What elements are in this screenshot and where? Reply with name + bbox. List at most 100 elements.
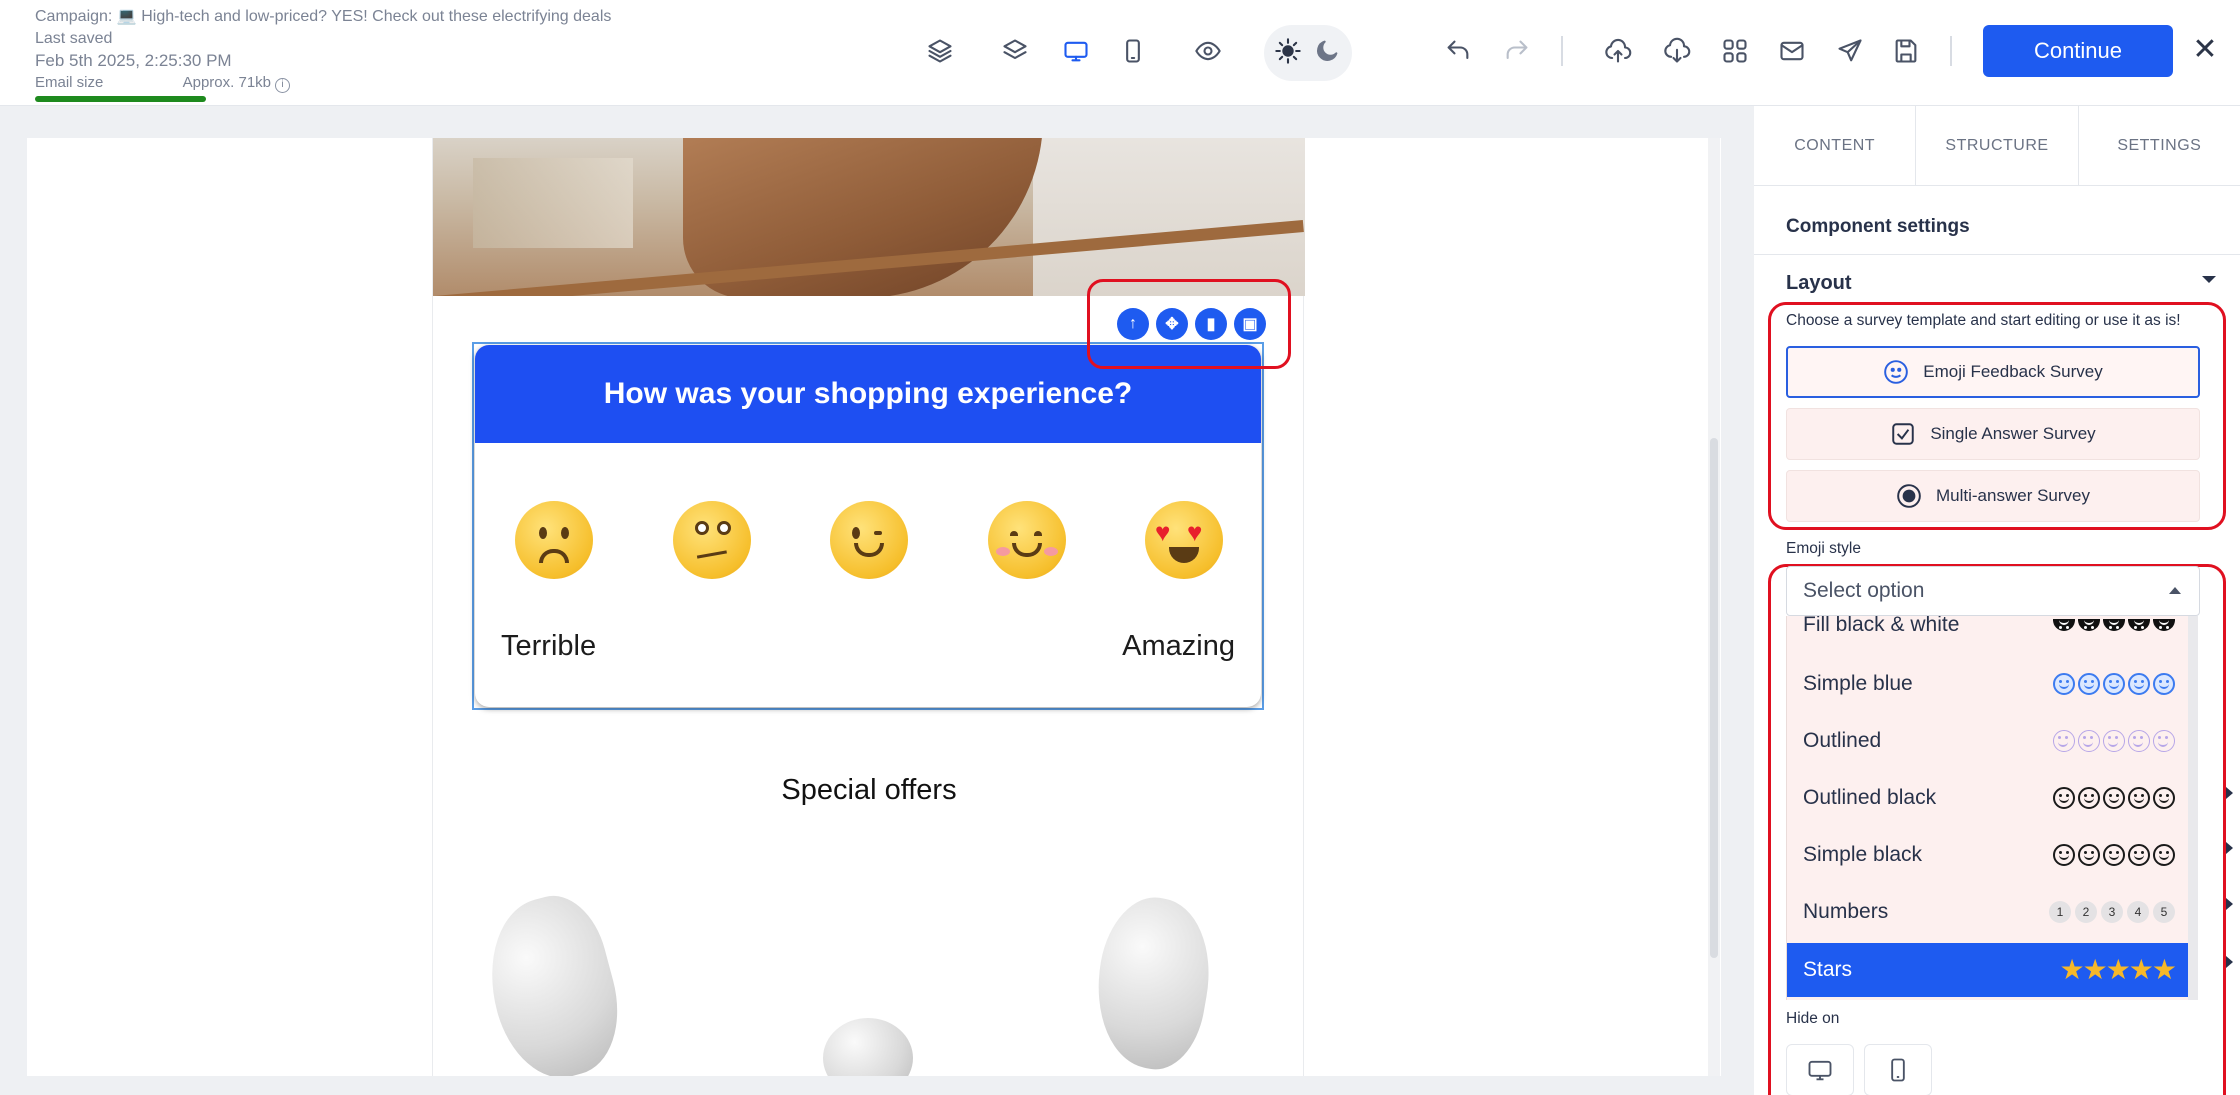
product-image[interactable]	[471, 885, 635, 1076]
dropdown-scrollbar[interactable]	[2188, 616, 2198, 1000]
product-image[interactable]	[1084, 889, 1222, 1076]
tab-structure[interactable]: STRUCTURE	[1916, 106, 2079, 185]
hero-image[interactable]	[433, 138, 1305, 296]
campaign-label: Campaign:	[35, 8, 117, 25]
component-settings-title: Component settings	[1786, 216, 1970, 237]
option-label: Fill black & white	[1803, 616, 1960, 636]
tab-content[interactable]: CONTENT	[1754, 106, 1917, 185]
move-up-icon[interactable]: ↑	[1117, 308, 1149, 340]
hero-shelf	[473, 158, 633, 248]
chevron-right-icon[interactable]	[2226, 956, 2233, 968]
continue-button[interactable]: Continue	[1983, 25, 2173, 77]
block-toolbar: ↑ ✥ ▮ ▣	[1117, 308, 1266, 340]
outlined-faces-preview	[2053, 730, 2175, 752]
multi-answer-survey-button[interactable]: Multi-answer Survey	[1786, 470, 2200, 522]
save-icon[interactable]	[1888, 33, 1924, 69]
scale-high-label[interactable]: Amazing	[1122, 630, 1235, 663]
option-label: Outlined	[1803, 729, 1882, 752]
option-label: Simple black	[1803, 843, 1923, 866]
chevron-right-icon[interactable]	[2226, 842, 2233, 854]
option-label: Numbers	[1803, 900, 1889, 923]
toolbar-divider	[1950, 36, 1952, 66]
mobile-icon[interactable]	[1115, 33, 1151, 69]
smiling-face-icon[interactable]	[987, 501, 1066, 579]
modules-grid-icon[interactable]	[1717, 33, 1753, 69]
option-simple-black[interactable]: Simple black	[1787, 828, 2191, 882]
number-badge: 3	[2101, 901, 2123, 923]
single-answer-survey-button[interactable]: Single Answer Survey	[1786, 408, 2200, 460]
moon-icon[interactable]	[1309, 33, 1345, 69]
template-label: Single Answer Survey	[1930, 424, 2096, 443]
desktop-icon[interactable]	[1058, 33, 1094, 69]
scale-low-label[interactable]: Terrible	[501, 630, 596, 663]
top-bar: Campaign: 💻 High-tech and low-priced? YE…	[0, 0, 2240, 106]
option-label: Stars	[1803, 958, 1853, 981]
redo-icon[interactable]	[1499, 33, 1535, 69]
emoji-style-select[interactable]: Select option	[1786, 566, 2200, 616]
template-label: Multi-answer Survey	[1936, 486, 2090, 505]
email-size-value: Approx. 71kb	[182, 74, 271, 91]
option-stars[interactable]: Stars ★★★★★	[1787, 943, 2191, 997]
layout-title[interactable]: Layout	[1786, 272, 1852, 295]
chevron-up-icon	[2169, 587, 2181, 594]
preview-eye-icon[interactable]	[1190, 33, 1226, 69]
email-size-label: Email size	[35, 74, 104, 91]
download-icon[interactable]	[1659, 33, 1695, 69]
layers-icon[interactable]	[997, 33, 1033, 69]
info-icon[interactable]: i	[275, 78, 290, 93]
tab-settings[interactable]: SETTINGS	[2079, 106, 2240, 185]
special-offers-heading[interactable]: Special offers	[433, 774, 1305, 807]
number-badge: 2	[2075, 901, 2097, 923]
canvas-scrollbar[interactable]	[1708, 138, 1720, 1076]
option-numbers[interactable]: Numbers 1 2 3 4 5	[1787, 885, 2191, 939]
option-simple-blue[interactable]: Simple blue	[1787, 657, 2191, 711]
hero-background	[1033, 138, 1305, 296]
layers-outline-icon[interactable]	[922, 33, 958, 69]
chevron-right-icon[interactable]	[2226, 898, 2233, 910]
email-size-value-wrap: Approx. 71kb i	[183, 72, 290, 94]
product-image[interactable]	[823, 1018, 913, 1076]
save-block-icon[interactable]: ▣	[1234, 308, 1266, 340]
blue-faces-preview	[2053, 673, 2175, 695]
toolbar-divider	[1561, 36, 1563, 66]
upload-icon[interactable]	[1600, 33, 1636, 69]
chevron-right-icon[interactable]	[2226, 787, 2233, 799]
rolling-eyes-face-icon[interactable]	[672, 501, 751, 579]
section-divider	[1754, 254, 2240, 255]
numbers-preview: 1 2 3 4 5	[2049, 901, 2175, 923]
delete-icon[interactable]: ▮	[1195, 308, 1227, 340]
winking-face-icon[interactable]	[830, 501, 908, 579]
option-outlined-black[interactable]: Outlined black	[1787, 771, 2191, 825]
heart-eyes-face-icon[interactable]: ♥ ♥	[1145, 501, 1223, 579]
option-fill-black-white[interactable]: Fill black & white	[1787, 616, 2191, 652]
hide-on-mobile-button[interactable]	[1864, 1044, 1932, 1095]
option-outlined[interactable]: Outlined	[1787, 714, 2191, 768]
mail-icon[interactable]	[1774, 33, 1810, 69]
worried-face-icon[interactable]	[515, 501, 593, 579]
laptop-emoji: 💻	[116, 8, 137, 25]
emoji-style-dropdown[interactable]: Fill black & white Simple blue Outlined …	[1786, 616, 2198, 1000]
email-size-bar	[35, 96, 206, 102]
chevron-down-icon[interactable]	[2202, 276, 2216, 283]
drag-icon[interactable]: ✥	[1156, 308, 1188, 340]
send-icon[interactable]	[1832, 33, 1868, 69]
hide-on-desktop-button[interactable]	[1786, 1044, 1854, 1095]
fill-faces-preview	[2053, 619, 2175, 631]
survey-block[interactable]: How was your shopping experience? ♥ ♥ Ter…	[475, 345, 1261, 707]
template-hint: Choose a survey template and start editi…	[1786, 312, 2181, 329]
scrollbar-thumb[interactable]	[1710, 438, 1718, 958]
number-badge: 4	[2127, 901, 2149, 923]
checkbox-icon	[1890, 421, 1916, 447]
undo-icon[interactable]	[1440, 33, 1476, 69]
close-icon[interactable]: ✕	[2190, 35, 2220, 66]
desktop-icon	[1808, 1060, 1832, 1081]
select-placeholder: Select option	[1803, 579, 1925, 602]
number-badge: 1	[2049, 901, 2071, 923]
campaign-name: High-tech and low-priced? YES! Check out…	[141, 8, 612, 25]
emoji-feedback-survey-button[interactable]: Emoji Feedback Survey	[1786, 346, 2200, 398]
emoji-scale: ♥ ♥	[515, 501, 1223, 579]
sun-icon[interactable]	[1270, 33, 1306, 69]
number-badge: 5	[2153, 901, 2175, 923]
stars-preview: ★★★★★	[2059, 954, 2177, 985]
option-label: Simple blue	[1803, 672, 1913, 695]
